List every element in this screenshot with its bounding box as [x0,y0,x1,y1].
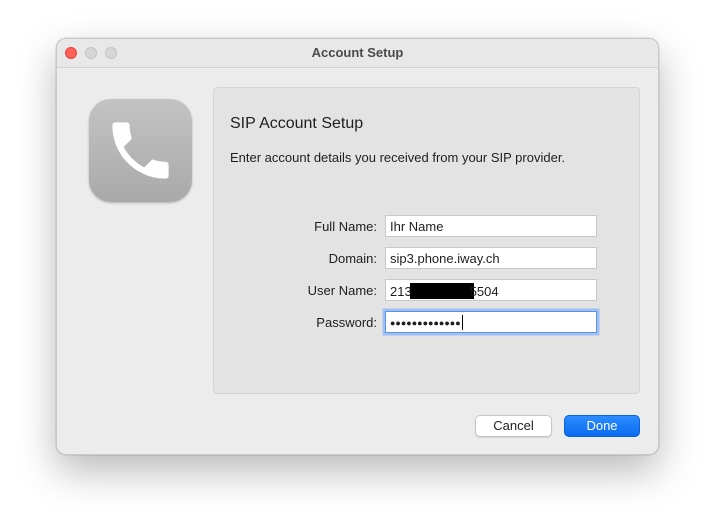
text-caret [461,315,463,330]
password-field[interactable]: ●●●●●●●●●●●●● [385,311,597,333]
domain-label: Domain: [328,251,377,266]
panel-subtitle: Enter account details you received from … [230,150,566,165]
panel-heading: SIP Account Setup [230,115,364,132]
full-name-field[interactable]: Ihr Name [385,215,597,237]
phone-icon [89,99,192,202]
domain-row: Domain: sip3.phone.iway.ch [214,247,639,269]
cancel-button[interactable]: Cancel [475,415,552,437]
password-label: Password: [316,315,377,330]
user-name-label: User Name: [307,283,377,298]
account-setup-window: Account Setup SIP Account Setup Enter ac… [56,38,659,455]
user-name-value-prefix: 213 [390,284,412,299]
domain-value: sip3.phone.iway.ch [390,251,500,266]
full-name-label: Full Name: [314,219,377,234]
user-name-field[interactable]: 213 5504 [385,279,597,301]
domain-field[interactable]: sip3.phone.iway.ch [385,247,597,269]
sip-setup-panel: SIP Account Setup Enter account details … [213,87,640,394]
done-button[interactable]: Done [564,415,640,437]
user-name-row: User Name: 213 5504 [214,279,639,301]
password-value: ●●●●●●●●●●●●● [390,318,461,328]
user-name-value-suffix: 5504 [469,284,499,299]
window-title: Account Setup [311,45,404,60]
redaction-block [409,283,474,299]
password-row: Password: ●●●●●●●●●●●●● [214,311,639,333]
full-name-row: Full Name: Ihr Name [214,215,639,237]
title-bar[interactable]: Account Setup [57,39,658,68]
full-name-value: Ihr Name [390,219,444,234]
